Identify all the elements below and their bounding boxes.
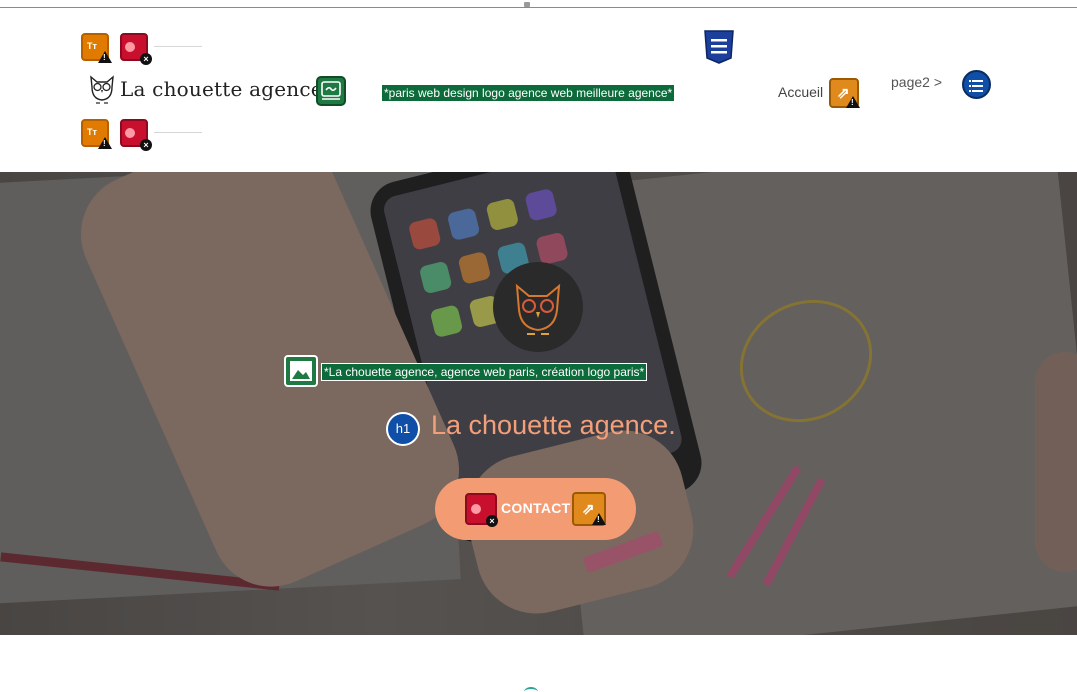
close-icon: × bbox=[140, 53, 152, 65]
logo-alt-text: *paris web design logo agence web meille… bbox=[381, 84, 676, 102]
warning-icon-2 bbox=[98, 137, 112, 149]
divider-2 bbox=[154, 132, 202, 133]
logo-text: La chouette agence bbox=[120, 77, 323, 101]
warning-icon-3 bbox=[846, 96, 860, 108]
next-section bbox=[0, 635, 1077, 692]
hero-image-alt-text: *La chouette agence, agence web paris, c… bbox=[321, 363, 648, 381]
divider bbox=[154, 46, 202, 47]
warning-icon bbox=[98, 51, 112, 63]
top-nub bbox=[524, 2, 530, 7]
list-icon[interactable] bbox=[962, 70, 991, 99]
section-ornament bbox=[524, 687, 538, 692]
owl-icon bbox=[515, 283, 561, 335]
close-icon-2: × bbox=[140, 139, 152, 151]
site-header: Tт × La chouette agence *paris web bbox=[0, 9, 1077, 172]
link-icon bbox=[321, 81, 341, 100]
hero-title: La chouette agence. bbox=[431, 410, 676, 440]
image-icon[interactable] bbox=[284, 355, 318, 387]
close-icon-3: × bbox=[486, 515, 498, 527]
css-icon[interactable] bbox=[703, 30, 735, 64]
picture-icon bbox=[290, 361, 312, 381]
owl-logo-icon bbox=[90, 75, 114, 104]
nav-link-page2[interactable]: page2 > bbox=[891, 74, 942, 90]
nav-link-accueil[interactable]: Accueil bbox=[778, 84, 823, 100]
hero-overlay bbox=[0, 172, 1077, 635]
page: Tт × La chouette agence *paris web bbox=[0, 0, 1077, 692]
contact-button-label[interactable]: CONTACT bbox=[501, 500, 571, 516]
hero-banner bbox=[0, 172, 1077, 635]
browser-top-edge bbox=[0, 0, 1077, 8]
hero-owl-logo bbox=[493, 262, 583, 352]
logo[interactable]: La chouette agence bbox=[88, 73, 323, 105]
warning-icon-4 bbox=[592, 513, 606, 525]
linked-image-icon[interactable] bbox=[316, 76, 346, 106]
heading-icon[interactable]: h1 bbox=[386, 412, 420, 446]
